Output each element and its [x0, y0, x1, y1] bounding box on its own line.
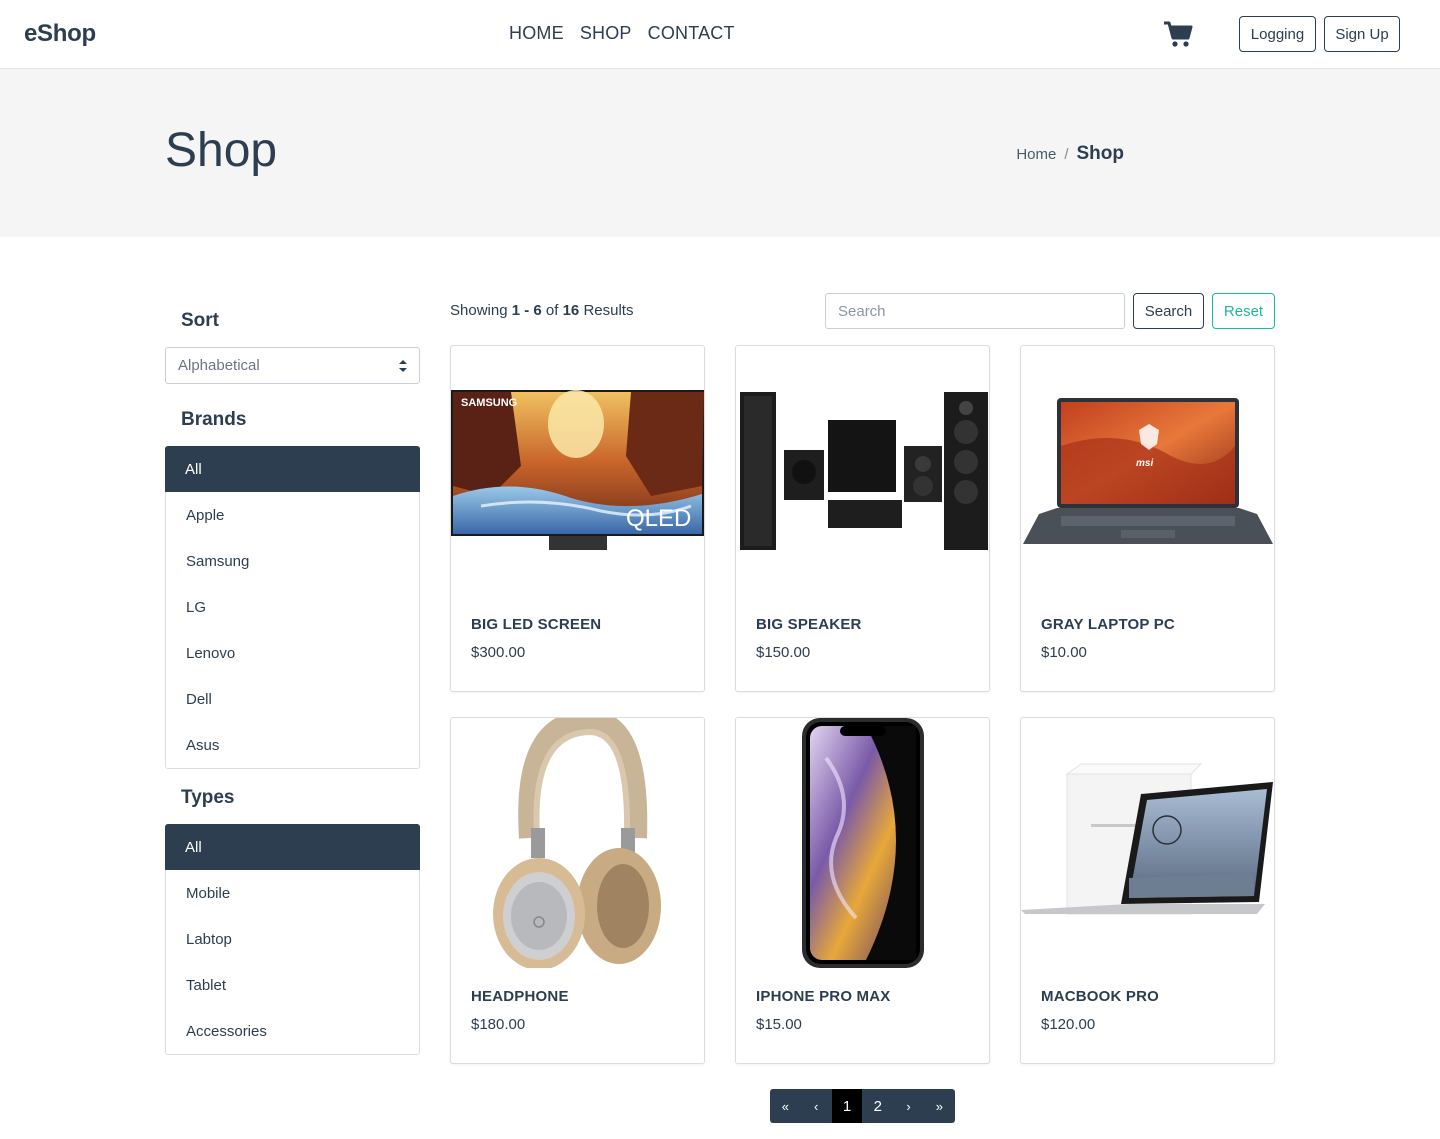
product-card[interactable]: SAMSUNG QLED BIG LED SCREEN $300.00: [450, 345, 705, 692]
brand-item-asus[interactable]: Asus: [166, 722, 419, 768]
results-prefix: Showing: [450, 302, 512, 319]
product-card[interactable]: IPHONE PRO MAX $15.00: [735, 717, 990, 1064]
product-card[interactable]: msi GRAY LAPTOP PC $10.00: [1020, 345, 1275, 692]
pagination-page-2[interactable]: 2: [862, 1089, 894, 1123]
product-price: $300.00: [471, 644, 526, 661]
macbook-image: [1021, 763, 1273, 915]
types-list: All Mobile Labtop Tablet Accessories: [165, 824, 420, 1055]
types-heading: Types: [181, 787, 235, 808]
breadcrumb: Home / Shop: [1016, 143, 1124, 165]
product-name[interactable]: BIG SPEAKER: [756, 616, 862, 633]
sort-select-value: Alphabetical: [178, 357, 260, 374]
product-name[interactable]: IPHONE PRO MAX: [756, 988, 890, 1005]
product-price: $10.00: [1041, 644, 1087, 661]
breadcrumb-current: Shop: [1076, 143, 1125, 164]
breadcrumb-home[interactable]: Home: [1016, 146, 1056, 163]
type-item-labtop[interactable]: Labtop: [166, 916, 419, 962]
product-card[interactable]: BIG SPEAKER $150.00: [735, 345, 990, 692]
brand-item-all[interactable]: All: [165, 446, 420, 492]
tv-logo-text: SAMSUNG: [461, 397, 517, 409]
results-count: Showing 1 - 6 of 16 Results: [450, 302, 633, 319]
brand-item-samsung[interactable]: Samsung: [166, 538, 419, 584]
breadcrumb-separator: /: [1064, 146, 1069, 163]
pagination-prev[interactable]: ‹: [800, 1089, 832, 1123]
qled-tv-image: SAMSUNG QLED: [451, 390, 704, 550]
pagination-last[interactable]: »: [923, 1089, 955, 1123]
page-header: Shop Home / Shop: [0, 69, 1440, 237]
iphone-image: [802, 718, 924, 968]
product-name[interactable]: BIG LED SCREEN: [471, 616, 601, 633]
sort-select[interactable]: Alphabetical: [165, 347, 420, 384]
tv-badge-text: QLED: [626, 505, 691, 532]
search-button[interactable]: Search: [1133, 293, 1204, 329]
nav-link-home[interactable]: HOME: [509, 23, 564, 44]
product-price: $15.00: [756, 1016, 802, 1033]
type-item-all[interactable]: All: [165, 824, 420, 870]
select-arrows-icon: [399, 360, 407, 372]
shopping-cart-icon[interactable]: [1163, 20, 1193, 48]
product-price: $150.00: [756, 644, 811, 661]
brand-item-lg[interactable]: LG: [166, 584, 419, 630]
brands-list: All Apple Samsung LG Lenovo Dell Asus: [165, 446, 420, 769]
product-price: $120.00: [1041, 1016, 1096, 1033]
pagination-page-1[interactable]: 1: [831, 1089, 863, 1123]
type-item-tablet[interactable]: Tablet: [166, 962, 419, 1008]
signup-button[interactable]: Sign Up: [1324, 16, 1400, 52]
nav-links: HOME SHOP CONTACT: [509, 23, 735, 44]
results-middle: of: [541, 302, 563, 319]
results-range: 1 - 6: [511, 302, 542, 319]
pagination-next[interactable]: ›: [893, 1089, 924, 1123]
speaker-set-image: [740, 392, 988, 550]
results-suffix: Results: [579, 302, 634, 319]
brands-heading: Brands: [181, 409, 247, 430]
headphone-image: [493, 718, 661, 968]
reset-button[interactable]: Reset: [1212, 293, 1275, 329]
login-button[interactable]: Logging: [1239, 16, 1316, 52]
type-item-accessories[interactable]: Accessories: [166, 1008, 419, 1054]
brand-item-apple[interactable]: Apple: [166, 492, 419, 538]
product-name[interactable]: GRAY LAPTOP PC: [1041, 616, 1175, 633]
brand-logo[interactable]: eShop: [24, 20, 96, 48]
msi-laptop-image: msi: [1023, 398, 1273, 544]
nav-link-shop[interactable]: SHOP: [580, 23, 632, 44]
pagination-first[interactable]: «: [770, 1089, 801, 1123]
nav-link-contact[interactable]: CONTACT: [648, 23, 735, 44]
product-price: $180.00: [471, 1016, 526, 1033]
product-name[interactable]: HEADPHONE: [471, 988, 569, 1005]
navbar: eShop HOME SHOP CONTACT Logging Sign Up: [0, 0, 1440, 69]
brand-item-dell[interactable]: Dell: [166, 676, 419, 722]
search-input[interactable]: [825, 293, 1125, 329]
product-card[interactable]: MACBOOK PRO $120.00: [1020, 717, 1275, 1064]
brand-item-lenovo[interactable]: Lenovo: [166, 630, 419, 676]
page-title: Shop: [165, 124, 278, 177]
results-total: 16: [562, 302, 580, 319]
pagination: « ‹ 1 2 › »: [770, 1089, 955, 1123]
laptop-logo-text: msi: [1136, 458, 1153, 469]
product-card[interactable]: HEADPHONE $180.00: [450, 717, 705, 1064]
type-item-mobile[interactable]: Mobile: [166, 870, 419, 916]
product-name[interactable]: MACBOOK PRO: [1041, 988, 1159, 1005]
sort-heading: Sort: [181, 310, 219, 331]
